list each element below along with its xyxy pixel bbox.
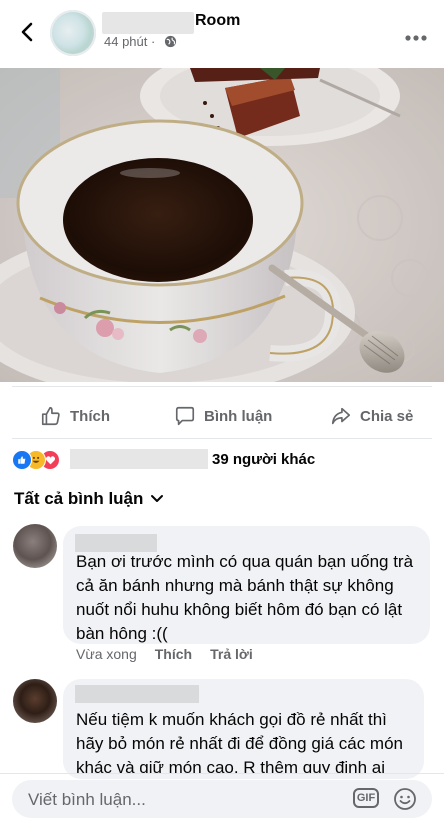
- divider: [12, 386, 432, 387]
- comment-meta: Vừa xong Thích Trả lời: [76, 646, 253, 662]
- comment-text: Nếu tiệm k muốn khách gọi đồ rẻ nhất thì…: [76, 710, 403, 774]
- reactions-count[interactable]: 39 người khác: [212, 451, 315, 468]
- comment-text: Bạn ơi trước mình có qua quán bạn uống t…: [76, 552, 414, 643]
- all-comments-filter[interactable]: Tất cả bình luận: [14, 489, 143, 509]
- commenter-avatar[interactable]: [13, 524, 57, 568]
- comment-composer: GIF: [12, 780, 432, 820]
- commenter-name-blurred[interactable]: [75, 685, 199, 703]
- comment-bubble: Nếu tiệm k muốn khách gọi đồ rẻ nhất thì…: [63, 679, 424, 779]
- share-label: Chia sẻ: [360, 407, 414, 425]
- comment-label: Bình luận: [204, 407, 273, 425]
- divider: [0, 773, 444, 774]
- thumbs-up-icon: [41, 406, 60, 426]
- comment-input[interactable]: [26, 780, 350, 820]
- comment-reply-button[interactable]: Trả lời: [210, 646, 253, 662]
- teacup-photo: [0, 68, 444, 382]
- globe-icon: [164, 35, 177, 48]
- post-photo[interactable]: [0, 68, 444, 382]
- chevron-down-icon[interactable]: [149, 490, 165, 506]
- back-arrow-icon: [21, 22, 33, 42]
- like-button[interactable]: Thích: [40, 394, 110, 438]
- more-icon: [405, 35, 427, 41]
- reactor-names-blurred[interactable]: [70, 449, 208, 469]
- emoji-icon[interactable]: [393, 787, 417, 811]
- post-actions: Thích Bình luận Chia sẻ: [0, 394, 444, 438]
- like-reaction-icon: [12, 450, 32, 470]
- reaction-icons[interactable]: [12, 450, 68, 470]
- comment-bubble: Bạn ơi trước mình có qua quán bạn uống t…: [63, 526, 430, 644]
- comment-bubble-icon: [175, 406, 195, 426]
- comment-like-button[interactable]: Thích: [155, 646, 192, 662]
- share-arrow-icon: [331, 407, 351, 425]
- poster-name-suffix[interactable]: Room: [195, 12, 240, 30]
- share-button[interactable]: Chia sẻ: [330, 394, 413, 438]
- like-label: Thích: [70, 407, 110, 425]
- poster-avatar[interactable]: [50, 10, 96, 56]
- gif-button[interactable]: GIF: [353, 788, 379, 808]
- comment-button[interactable]: Bình luận: [174, 394, 272, 438]
- post-time[interactable]: 44 phút ·: [104, 34, 155, 49]
- commenter-avatar[interactable]: [13, 679, 57, 723]
- divider: [12, 438, 432, 439]
- back-button[interactable]: [14, 18, 40, 46]
- more-options-button[interactable]: [404, 22, 428, 48]
- comment-time: Vừa xong: [76, 646, 137, 662]
- poster-name-blurred[interactable]: [102, 12, 194, 34]
